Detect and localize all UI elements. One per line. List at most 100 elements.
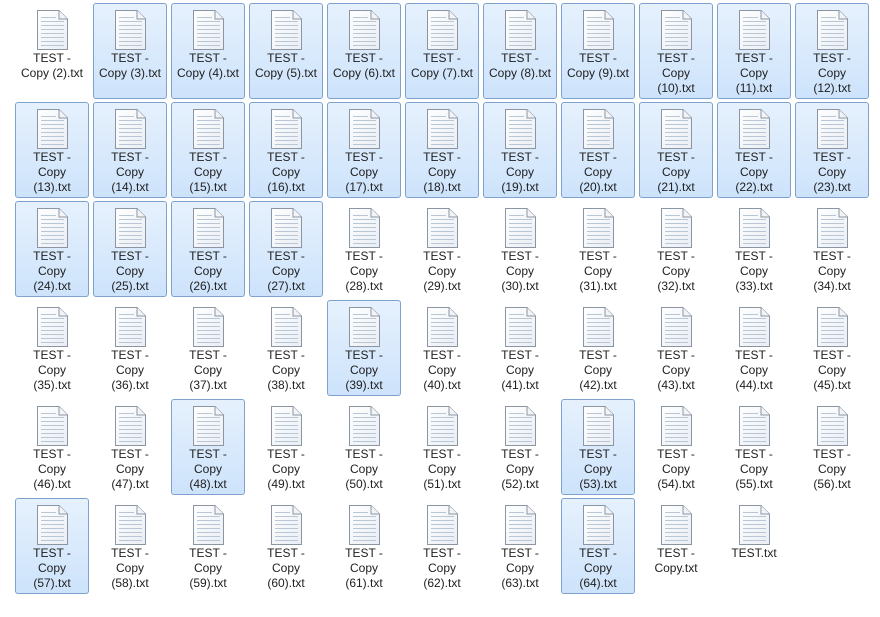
text-document-icon	[580, 405, 616, 447]
file-item[interactable]: TEST - Copy (24).txt	[15, 201, 89, 297]
file-item[interactable]: TEST - Copy (50).txt	[327, 399, 401, 495]
file-name-label: TEST - Copy (10).txt	[657, 51, 695, 95]
file-item[interactable]: TEST - Copy (42).txt	[561, 300, 635, 396]
file-item[interactable]: TEST.txt	[717, 498, 791, 564]
text-document-icon	[268, 504, 304, 546]
file-item[interactable]: TEST - Copy (5).txt	[249, 3, 323, 99]
file-item[interactable]: TEST - Copy (26).txt	[171, 201, 245, 297]
file-item[interactable]: TEST - Copy (35).txt	[15, 300, 89, 396]
file-item[interactable]: TEST - Copy (52).txt	[483, 399, 557, 495]
file-item[interactable]: TEST - Copy (9).txt	[561, 3, 635, 99]
file-item[interactable]: TEST - Copy (14).txt	[93, 102, 167, 198]
file-item[interactable]: TEST - Copy (64).txt	[561, 498, 635, 594]
file-item[interactable]: TEST - Copy (55).txt	[717, 399, 791, 495]
file-item[interactable]: TEST - Copy (56).txt	[795, 399, 869, 495]
file-item[interactable]: TEST - Copy (21).txt	[639, 102, 713, 198]
file-item[interactable]: TEST - Copy (17).txt	[327, 102, 401, 198]
file-name-label: TEST - Copy (33).txt	[735, 249, 773, 293]
file-item[interactable]: TEST - Copy (23).txt	[795, 102, 869, 198]
file-item[interactable]: TEST - Copy (29).txt	[405, 201, 479, 297]
file-name-label: TEST - Copy (56).txt	[813, 447, 851, 491]
text-document-icon	[502, 9, 538, 51]
file-item[interactable]: TEST - Copy (13).txt	[15, 102, 89, 198]
file-item[interactable]: TEST - Copy (43).txt	[639, 300, 713, 396]
text-document-icon	[268, 9, 304, 51]
text-document-icon	[814, 108, 850, 150]
file-item[interactable]: TEST - Copy (58).txt	[93, 498, 167, 594]
file-item[interactable]: TEST - Copy (30).txt	[483, 201, 557, 297]
file-item[interactable]: TEST - Copy (4).txt	[171, 3, 245, 99]
file-item[interactable]: TEST - Copy (16).txt	[249, 102, 323, 198]
file-item[interactable]: TEST - Copy (46).txt	[15, 399, 89, 495]
text-document-icon	[658, 405, 694, 447]
file-item[interactable]: TEST - Copy (63).txt	[483, 498, 557, 594]
file-item[interactable]: TEST - Copy (6).txt	[327, 3, 401, 99]
file-item[interactable]: TEST - Copy (61).txt	[327, 498, 401, 594]
file-name-label: TEST - Copy (23).txt	[813, 150, 851, 194]
text-document-icon	[346, 306, 382, 348]
file-item[interactable]: TEST - Copy (41).txt	[483, 300, 557, 396]
text-document-icon	[502, 504, 538, 546]
text-document-icon	[190, 504, 226, 546]
file-name-label: TEST - Copy (13).txt	[33, 150, 71, 194]
file-name-label: TEST - Copy (25).txt	[111, 249, 149, 293]
file-item[interactable]: TEST - Copy (37).txt	[171, 300, 245, 396]
file-item[interactable]: TEST - Copy (2).txt	[15, 3, 89, 84]
file-name-label: TEST - Copy (37).txt	[189, 348, 227, 392]
text-document-icon	[736, 108, 772, 150]
file-item[interactable]: TEST - Copy (36).txt	[93, 300, 167, 396]
file-item[interactable]: TEST - Copy (57).txt	[15, 498, 89, 594]
text-document-icon	[580, 207, 616, 249]
file-item[interactable]: TEST - Copy (51).txt	[405, 399, 479, 495]
text-document-icon	[112, 9, 148, 51]
file-item[interactable]: TEST - Copy (32).txt	[639, 201, 713, 297]
file-name-label: TEST - Copy (7).txt	[410, 51, 473, 80]
file-item[interactable]: TEST - Copy (54).txt	[639, 399, 713, 495]
file-item[interactable]: TEST - Copy (22).txt	[717, 102, 791, 198]
file-name-label: TEST - Copy (61).txt	[345, 546, 383, 590]
text-document-icon	[268, 207, 304, 249]
file-name-label: TEST - Copy (6).txt	[332, 51, 395, 80]
file-item[interactable]: TEST - Copy (60).txt	[249, 498, 323, 594]
file-item[interactable]: TEST - Copy (19).txt	[483, 102, 557, 198]
file-name-label: TEST - Copy (27).txt	[267, 249, 305, 293]
file-name-label: TEST - Copy (11).txt	[735, 51, 773, 95]
file-item[interactable]: TEST - Copy (33).txt	[717, 201, 791, 297]
file-name-label: TEST - Copy (51).txt	[423, 447, 461, 491]
file-item[interactable]: TEST - Copy (11).txt	[717, 3, 791, 99]
file-name-label: TEST - Copy (64).txt	[579, 546, 617, 590]
file-item[interactable]: TEST - Copy.txt	[639, 498, 713, 579]
text-document-icon	[346, 108, 382, 150]
file-name-label: TEST - Copy (47).txt	[111, 447, 149, 491]
text-document-icon	[502, 108, 538, 150]
file-item[interactable]: TEST - Copy (12).txt	[795, 3, 869, 99]
file-item[interactable]: TEST - Copy (62).txt	[405, 498, 479, 594]
file-item[interactable]: TEST - Copy (3).txt	[93, 3, 167, 99]
file-item[interactable]: TEST - Copy (27).txt	[249, 201, 323, 297]
file-item[interactable]: TEST - Copy (53).txt	[561, 399, 635, 495]
file-item[interactable]: TEST - Copy (44).txt	[717, 300, 791, 396]
file-item[interactable]: TEST - Copy (25).txt	[93, 201, 167, 297]
file-item[interactable]: TEST - Copy (45).txt	[795, 300, 869, 396]
file-item[interactable]: TEST - Copy (59).txt	[171, 498, 245, 594]
file-item[interactable]: TEST - Copy (31).txt	[561, 201, 635, 297]
file-item[interactable]: TEST - Copy (47).txt	[93, 399, 167, 495]
file-item[interactable]: TEST - Copy (38).txt	[249, 300, 323, 396]
file-item[interactable]: TEST - Copy (8).txt	[483, 3, 557, 99]
file-item[interactable]: TEST - Copy (48).txt	[171, 399, 245, 495]
file-item[interactable]: TEST - Copy (49).txt	[249, 399, 323, 495]
file-item[interactable]: TEST - Copy (39).txt	[327, 300, 401, 396]
file-item[interactable]: TEST - Copy (7).txt	[405, 3, 479, 99]
file-name-label: TEST - Copy (14).txt	[111, 150, 149, 194]
file-item[interactable]: TEST - Copy (10).txt	[639, 3, 713, 99]
file-item[interactable]: TEST - Copy (34).txt	[795, 201, 869, 297]
text-document-icon	[814, 306, 850, 348]
text-document-icon	[424, 9, 460, 51]
text-document-icon	[34, 405, 70, 447]
file-item[interactable]: TEST - Copy (18).txt	[405, 102, 479, 198]
file-item[interactable]: TEST - Copy (40).txt	[405, 300, 479, 396]
file-item[interactable]: TEST - Copy (15).txt	[171, 102, 245, 198]
file-item[interactable]: TEST - Copy (28).txt	[327, 201, 401, 297]
file-item[interactable]: TEST - Copy (20).txt	[561, 102, 635, 198]
text-document-icon	[736, 405, 772, 447]
